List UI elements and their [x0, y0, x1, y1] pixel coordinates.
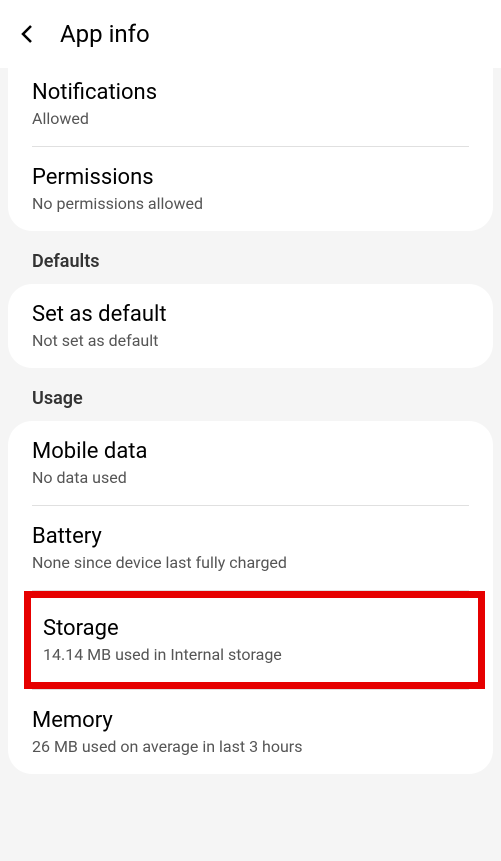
permissions-item[interactable]: Permissions No permissions allowed	[8, 147, 493, 231]
notifications-subtitle: Allowed	[32, 109, 469, 128]
mobile-data-subtitle: No data used	[32, 468, 469, 487]
header: App info	[0, 0, 501, 68]
permissions-subtitle: No permissions allowed	[32, 194, 469, 213]
card-general: Notifications Allowed Permissions No per…	[8, 68, 493, 231]
back-icon[interactable]	[16, 22, 40, 46]
mobile-data-title: Mobile data	[32, 439, 469, 464]
battery-title: Battery	[32, 524, 469, 549]
storage-subtitle: 14.14 MB used in Internal storage	[43, 645, 470, 664]
storage-title: Storage	[43, 616, 470, 641]
set-as-default-item[interactable]: Set as default Not set as default	[8, 284, 493, 368]
notifications-title: Notifications	[32, 80, 469, 105]
usage-section-header: Usage	[0, 368, 501, 421]
storage-highlight: Storage 14.14 MB used in Internal storag…	[24, 591, 485, 689]
page-title: App info	[60, 20, 150, 48]
card-defaults: Set as default Not set as default	[8, 284, 493, 368]
memory-item[interactable]: Memory 26 MB used on average in last 3 h…	[8, 690, 493, 774]
set-as-default-title: Set as default	[32, 302, 469, 327]
battery-subtitle: None since device last fully charged	[32, 553, 469, 572]
battery-item[interactable]: Battery None since device last fully cha…	[8, 506, 493, 590]
memory-title: Memory	[32, 708, 469, 733]
storage-item[interactable]: Storage 14.14 MB used in Internal storag…	[35, 598, 478, 682]
defaults-section-header: Defaults	[0, 231, 501, 284]
permissions-title: Permissions	[32, 165, 469, 190]
mobile-data-item[interactable]: Mobile data No data used	[8, 421, 493, 505]
memory-subtitle: 26 MB used on average in last 3 hours	[32, 737, 469, 756]
card-usage: Mobile data No data used Battery None si…	[8, 421, 493, 774]
notifications-item[interactable]: Notifications Allowed	[8, 68, 493, 146]
set-as-default-subtitle: Not set as default	[32, 331, 469, 350]
